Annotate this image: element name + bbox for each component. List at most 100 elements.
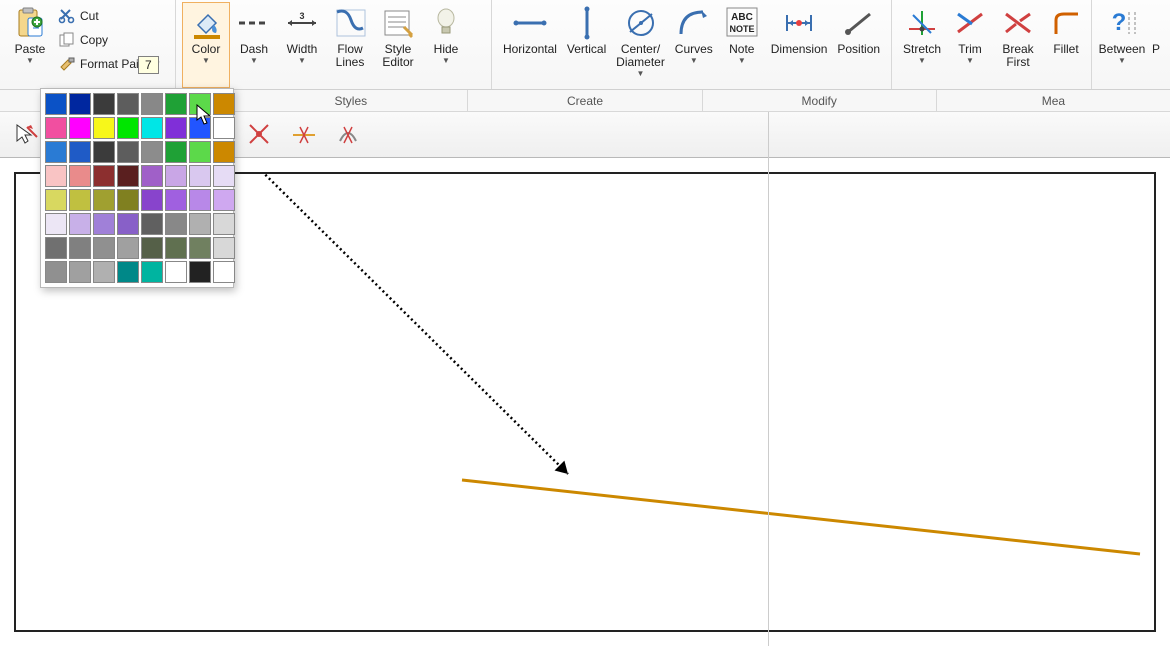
- color-swatch[interactable]: [117, 117, 139, 139]
- color-swatch[interactable]: [69, 213, 91, 235]
- paste-button[interactable]: Paste ▼: [6, 2, 54, 88]
- color-swatch[interactable]: [117, 141, 139, 163]
- measure-partial-button[interactable]: P: [1146, 2, 1166, 88]
- color-swatch[interactable]: [117, 93, 139, 115]
- group-modify: Stretch ▼ Trim ▼ Break First Fi: [892, 0, 1092, 89]
- select-tool[interactable]: [6, 116, 44, 154]
- color-swatch[interactable]: [213, 93, 235, 115]
- position-button[interactable]: Position: [832, 2, 885, 88]
- color-swatch[interactable]: [189, 213, 211, 235]
- color-swatch[interactable]: [213, 117, 235, 139]
- modify-group-label: Modify: [703, 90, 937, 111]
- stretch-button[interactable]: Stretch ▼: [898, 2, 946, 88]
- color-swatch[interactable]: [189, 141, 211, 163]
- width-label: Width: [287, 43, 318, 56]
- copy-button[interactable]: Copy: [58, 30, 159, 50]
- color-swatch[interactable]: [45, 141, 67, 163]
- color-swatch[interactable]: [93, 93, 115, 115]
- color-swatch[interactable]: [141, 237, 163, 259]
- fillet-label: Fillet: [1053, 43, 1078, 56]
- color-swatch[interactable]: [93, 237, 115, 259]
- vertical-label: Vertical: [567, 43, 606, 56]
- color-swatch[interactable]: [141, 189, 163, 211]
- color-swatch[interactable]: [165, 141, 187, 163]
- color-swatch[interactable]: [213, 141, 235, 163]
- red-select-tool[interactable]: [241, 116, 279, 154]
- note-button[interactable]: ABCNOTE Note ▼: [718, 2, 766, 88]
- color-swatch[interactable]: [165, 189, 187, 211]
- color-swatch[interactable]: [141, 93, 163, 115]
- style-editor-button[interactable]: Style Editor: [374, 2, 422, 88]
- chevron-down-icon: ▼: [918, 56, 926, 65]
- dash-button[interactable]: Dash ▼: [230, 2, 278, 88]
- width-button[interactable]: 3 Width ▼: [278, 2, 326, 88]
- color-swatch[interactable]: [93, 261, 115, 283]
- color-swatch[interactable]: [93, 213, 115, 235]
- color-swatch[interactable]: [117, 213, 139, 235]
- color-swatch[interactable]: [117, 165, 139, 187]
- chevron-down-icon: ▼: [1118, 56, 1126, 65]
- horizontal-button[interactable]: Horizontal: [498, 2, 562, 88]
- vertical-button[interactable]: Vertical: [562, 2, 611, 88]
- copy-label: Copy: [80, 33, 108, 47]
- copy-icon: [58, 31, 76, 49]
- color-swatch[interactable]: [165, 93, 187, 115]
- color-swatch[interactable]: [213, 189, 235, 211]
- flow-lines-button[interactable]: Flow Lines: [326, 2, 374, 88]
- center-diameter-button[interactable]: Center/ Diameter ▼: [611, 2, 670, 88]
- color-swatch[interactable]: [69, 93, 91, 115]
- color-swatch[interactable]: [45, 165, 67, 187]
- note-label: Note: [729, 43, 754, 56]
- color-swatch[interactable]: [213, 213, 235, 235]
- color-swatch[interactable]: [189, 165, 211, 187]
- color-swatch[interactable]: [69, 237, 91, 259]
- color-swatch[interactable]: [117, 237, 139, 259]
- color-swatch[interactable]: [45, 261, 67, 283]
- color-swatch[interactable]: [69, 189, 91, 211]
- color-swatch[interactable]: [165, 117, 187, 139]
- color-swatch[interactable]: [69, 141, 91, 163]
- color-swatch[interactable]: [189, 261, 211, 283]
- color-swatch[interactable]: [69, 261, 91, 283]
- color-swatch[interactable]: [165, 237, 187, 259]
- color-swatch[interactable]: [213, 261, 235, 283]
- orange-select-tool[interactable]: [285, 116, 323, 154]
- color-swatch[interactable]: [69, 165, 91, 187]
- fillet-button[interactable]: Fillet: [1042, 2, 1090, 88]
- curves-button[interactable]: Curves ▼: [670, 2, 718, 88]
- color-swatch[interactable]: [117, 261, 139, 283]
- color-swatch[interactable]: [165, 165, 187, 187]
- color-button[interactable]: Color ▼: [182, 2, 230, 88]
- color-swatch[interactable]: [189, 237, 211, 259]
- dimension-icon: [781, 5, 817, 41]
- paint-bucket-icon: [188, 5, 224, 41]
- color-swatch[interactable]: [45, 237, 67, 259]
- color-swatch[interactable]: [93, 141, 115, 163]
- color-swatch[interactable]: [165, 261, 187, 283]
- color-swatch[interactable]: [189, 189, 211, 211]
- color-swatch[interactable]: [93, 165, 115, 187]
- color-swatch[interactable]: [117, 189, 139, 211]
- color-swatch[interactable]: [69, 117, 91, 139]
- color-swatch[interactable]: [141, 165, 163, 187]
- cut-button[interactable]: Cut: [58, 6, 159, 26]
- color-swatch[interactable]: [93, 189, 115, 211]
- color-swatch[interactable]: [141, 261, 163, 283]
- dimension-button[interactable]: Dimension: [766, 2, 833, 88]
- color-swatch[interactable]: [45, 189, 67, 211]
- color-swatch[interactable]: [141, 213, 163, 235]
- color-swatch[interactable]: [45, 93, 67, 115]
- chevron-down-icon: ▼: [637, 69, 645, 78]
- color-swatch[interactable]: [93, 117, 115, 139]
- color-swatch[interactable]: [165, 213, 187, 235]
- break-first-button[interactable]: Break First: [994, 2, 1042, 88]
- color-swatch[interactable]: [45, 213, 67, 235]
- color-swatch[interactable]: [213, 237, 235, 259]
- hide-button[interactable]: Hide ▼: [422, 2, 470, 88]
- color-swatch[interactable]: [141, 141, 163, 163]
- gray-select-tool[interactable]: [329, 116, 367, 154]
- color-swatch[interactable]: [45, 117, 67, 139]
- color-swatch[interactable]: [213, 165, 235, 187]
- color-swatch[interactable]: [141, 117, 163, 139]
- trim-button[interactable]: Trim ▼: [946, 2, 994, 88]
